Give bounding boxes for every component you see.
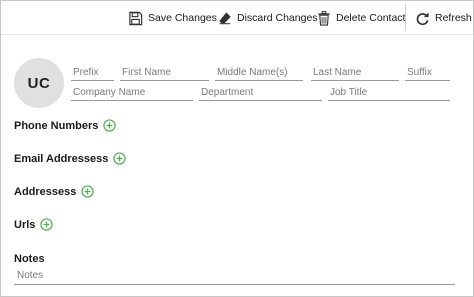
save-changes-button[interactable]: Save Changes	[128, 7, 217, 29]
phone-numbers-section: Phone Numbers	[14, 119, 117, 132]
add-circle-icon	[40, 218, 54, 231]
company-name-field[interactable]	[71, 84, 193, 101]
delete-contact-button[interactable]: Delete Contact	[317, 7, 405, 29]
phone-numbers-label: Phone Numbers	[14, 119, 99, 132]
avatar[interactable]: UC	[14, 58, 64, 108]
notes-label: Notes	[14, 253, 45, 265]
add-phone-button[interactable]	[103, 119, 117, 132]
add-circle-icon	[81, 185, 95, 198]
add-email-button[interactable]	[113, 152, 127, 165]
add-circle-icon	[103, 119, 117, 132]
notes-field[interactable]	[14, 267, 455, 285]
job-title-field[interactable]	[328, 84, 450, 101]
add-url-button[interactable]	[40, 218, 54, 231]
save-icon	[129, 11, 143, 25]
delete-contact-label: Delete Contact	[336, 12, 406, 24]
email-addresses-label: Email Addressess	[14, 152, 109, 165]
discard-changes-button[interactable]: Discard Changes	[218, 7, 318, 29]
eraser-icon	[219, 12, 231, 25]
urls-section: Urls	[14, 218, 54, 231]
toolbar: Save Changes Discard Changes Delete Cont…	[1, 1, 473, 35]
addresses-label: Addressess	[14, 185, 77, 198]
refresh-icon	[416, 11, 429, 25]
prefix-field[interactable]	[71, 64, 114, 81]
email-addresses-section: Email Addressess	[14, 152, 127, 165]
refresh-button[interactable]: Refresh	[415, 7, 472, 29]
last-name-field[interactable]	[311, 64, 399, 81]
toolbar-divider	[405, 4, 406, 31]
first-name-field[interactable]	[120, 64, 209, 81]
add-circle-icon	[113, 152, 127, 165]
suffix-field[interactable]	[405, 64, 450, 81]
avatar-initials: UC	[27, 74, 51, 92]
department-field[interactable]	[199, 84, 322, 101]
save-changes-label: Save Changes	[148, 12, 217, 24]
refresh-label: Refresh	[435, 12, 472, 24]
urls-label: Urls	[14, 218, 36, 231]
add-address-button[interactable]	[81, 185, 95, 198]
addresses-section: Addressess	[14, 185, 95, 198]
discard-changes-label: Discard Changes	[237, 12, 318, 24]
middle-name-field[interactable]	[215, 64, 303, 81]
trash-icon	[318, 10, 330, 26]
